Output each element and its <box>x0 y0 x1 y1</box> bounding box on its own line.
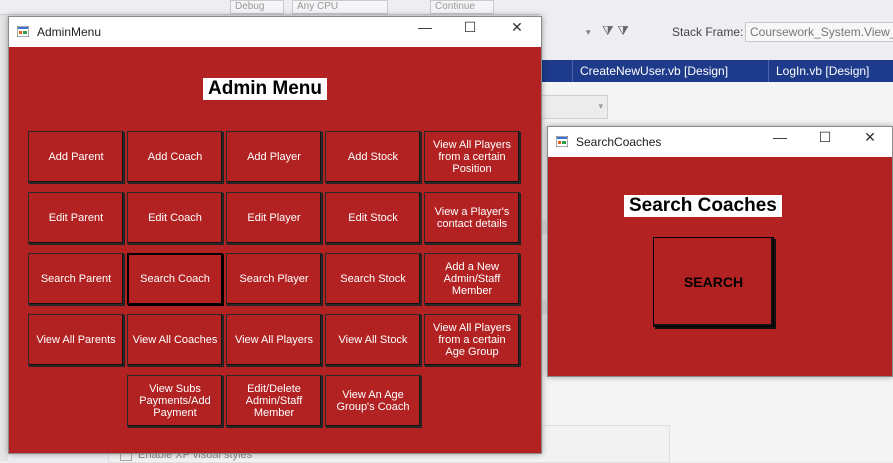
window-title: SearchCoaches <box>576 135 662 149</box>
add-parent-button[interactable]: Add Parent <box>28 131 124 183</box>
search-coaches-titlebar[interactable]: SearchCoaches — ☐ ✕ <box>548 127 892 157</box>
close-button[interactable]: ✕ <box>860 129 880 146</box>
admin-menu-titlebar[interactable]: AdminMenu — ☐ ✕ <box>9 17 541 47</box>
add-stock-button[interactable]: Add Stock <box>325 131 421 183</box>
chevron-down-icon: ▾ <box>598 101 603 111</box>
admin-menu-window: AdminMenu — ☐ ✕ Admin Menu Add Parent Ad… <box>8 16 542 454</box>
view-all-players-button[interactable]: View All Players <box>226 314 322 366</box>
search-coaches-form: Search Coaches SEARCH <box>548 157 892 376</box>
view-players-by-position-button[interactable]: View All Players from a certain Position <box>424 131 520 183</box>
chevron-down-icon[interactable]: ▾ <box>586 27 591 38</box>
edit-player-button[interactable]: Edit Player <box>226 192 322 244</box>
admin-menu-heading: Admin Menu <box>203 78 327 100</box>
platform-combo[interactable]: Any CPU <box>292 0 388 14</box>
search-coaches-heading: Search Coaches <box>624 195 782 217</box>
filter-icon[interactable]: ⧩ ⧩ <box>602 23 629 39</box>
view-player-contact-button[interactable]: View a Player's contact details <box>424 192 520 244</box>
admin-menu-form: Admin Menu Add Parent Add Coach Add Play… <box>9 47 541 453</box>
tab-login[interactable]: LogIn.vb [Design] <box>776 64 869 78</box>
tab-create-new-user[interactable]: CreateNewUser.vb [Design] <box>580 64 728 78</box>
search-button[interactable]: SEARCH <box>653 237 774 327</box>
search-stock-button[interactable]: Search Stock <box>325 253 421 305</box>
continue-button[interactable]: Continue <box>430 0 494 14</box>
view-all-parents-button[interactable]: View All Parents <box>28 314 124 366</box>
ide-dropdown[interactable]: ▾ <box>540 95 608 119</box>
ide-document-tabs: CreateNewUser.vb [Design] LogIn.vb [Desi… <box>540 60 893 82</box>
add-coach-button[interactable]: Add Coach <box>127 131 223 183</box>
view-all-coaches-button[interactable]: View All Coaches <box>127 314 223 366</box>
minimize-button[interactable]: — <box>415 19 435 35</box>
add-admin-staff-button[interactable]: Add a New Admin/Staff Member <box>424 253 520 305</box>
ide-left-strip <box>0 14 8 461</box>
stack-frame-combo[interactable]: Coursework_System.View_s <box>745 22 893 42</box>
close-button[interactable]: ✕ <box>507 19 527 36</box>
maximize-button[interactable]: ☐ <box>815 129 835 146</box>
view-all-stock-button[interactable]: View All Stock <box>325 314 421 366</box>
edit-delete-admin-staff-button[interactable]: Edit/Delete Admin/Staff Member <box>226 375 322 427</box>
form-app-icon <box>17 26 29 37</box>
search-player-button[interactable]: Search Player <box>226 253 322 305</box>
config-combo[interactable]: Debug <box>230 0 284 14</box>
form-app-icon <box>556 136 568 147</box>
add-player-button[interactable]: Add Player <box>226 131 322 183</box>
search-coach-button[interactable]: Search Coach <box>127 253 223 305</box>
tab-divider <box>768 60 769 82</box>
view-age-group-coach-button[interactable]: View An Age Group's Coach <box>325 375 421 427</box>
edit-stock-button[interactable]: Edit Stock <box>325 192 421 244</box>
edit-parent-button[interactable]: Edit Parent <box>28 192 124 244</box>
search-parent-button[interactable]: Search Parent <box>28 253 124 305</box>
view-subs-payments-button[interactable]: View Subs Payments/Add Payment <box>127 375 223 427</box>
ide-toolbar: Debug Any CPU Continue <box>0 0 893 15</box>
search-coaches-window: SearchCoaches — ☐ ✕ Search Coaches SEARC… <box>547 126 893 377</box>
minimize-button[interactable]: — <box>770 129 790 145</box>
stack-frame-label: Stack Frame: <box>672 25 744 39</box>
tab-divider <box>572 60 573 82</box>
maximize-button[interactable]: ☐ <box>460 19 480 36</box>
view-players-by-age-group-button[interactable]: View All Players from a certain Age Grou… <box>424 314 520 366</box>
ide-debug-row: ▾ ⧩ ⧩ Stack Frame: Coursework_System.Vie… <box>540 14 893 50</box>
edit-coach-button[interactable]: Edit Coach <box>127 192 223 244</box>
window-title: AdminMenu <box>37 25 102 39</box>
